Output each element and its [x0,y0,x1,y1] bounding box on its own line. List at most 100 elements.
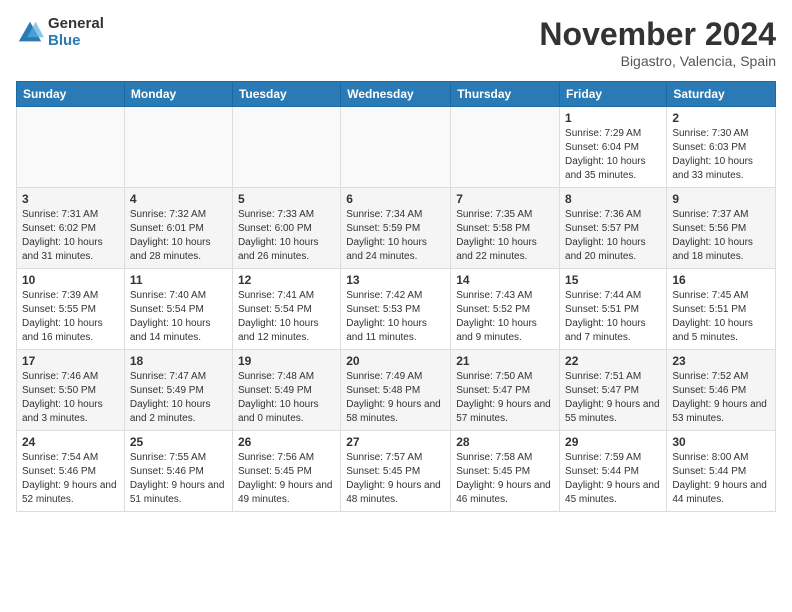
day-info: Sunrise: 7:39 AMSunset: 5:55 PMDaylight:… [22,289,119,345]
header: General Blue November 2024 Bigastro, Val… [16,16,776,69]
calendar-cell: 24 Sunrise: 7:54 AMSunset: 5:46 PMDayligh… [17,431,125,512]
day-number: 1 [565,111,661,125]
day-number: 6 [346,192,445,206]
day-info: Sunrise: 7:36 AMSunset: 5:57 PMDaylight:… [565,208,661,264]
calendar-cell: 9Sunrise: 7:37 AMSunset: 5:56 PMDaylight… [667,188,776,269]
day-info: Sunrise: 7:59 AMSunset: 5:44 PMDaylight:… [565,451,661,507]
weekday-header-tuesday: Tuesday [232,82,340,107]
day-number: 17 [22,354,119,368]
day-info: Sunrise: 7:29 AMSunset: 6:04 PMDaylight:… [565,127,661,183]
calendar-cell: 2Sunrise: 7:30 AMSunset: 6:03 PMDaylight… [667,107,776,188]
day-info: Sunrise: 7:33 AMSunset: 6:00 PMDaylight:… [238,208,335,264]
day-info: Sunrise: 7:51 AMSunset: 5:47 PMDaylight:… [565,370,661,426]
day-number: 24 [22,435,119,449]
logo-icon [16,19,44,47]
week-row-3: 10 Sunrise: 7:39 AMSunset: 5:55 PMDayligh… [17,269,776,350]
calendar-cell: 3 Sunrise: 7:31 AMSunset: 6:02 PMDaylight… [17,188,125,269]
day-number: 12 [238,273,335,287]
day-number: 29 [565,435,661,449]
day-info: Sunrise: 8:00 AMSunset: 5:44 PMDaylight:… [672,451,770,507]
week-row-4: 17 Sunrise: 7:46 AMSunset: 5:50 PMDayligh… [17,350,776,431]
day-number: 8 [565,192,661,206]
calendar-cell: 5 Sunrise: 7:33 AMSunset: 6:00 PMDaylight… [232,188,340,269]
day-number: 3 [22,192,119,206]
weekday-header-wednesday: Wednesday [341,82,451,107]
day-info: Sunrise: 7:52 AMSunset: 5:46 PMDaylight:… [672,370,770,426]
day-number: 23 [672,354,770,368]
calendar-cell: 27Sunrise: 7:57 AMSunset: 5:45 PMDayligh… [341,431,451,512]
day-number: 21 [456,354,554,368]
logo-text: General Blue [48,16,104,49]
calendar-cell: 11 Sunrise: 7:40 AMSunset: 5:54 PMDayligh… [124,269,232,350]
calendar-cell [17,107,125,188]
day-number: 7 [456,192,554,206]
day-number: 20 [346,354,445,368]
weekday-header-sunday: Sunday [17,82,125,107]
day-number: 14 [456,273,554,287]
calendar-cell: 6 Sunrise: 7:34 AMSunset: 5:59 PMDaylight… [341,188,451,269]
day-number: 9 [672,192,770,206]
day-info: Sunrise: 7:35 AMSunset: 5:58 PMDaylight:… [456,208,554,264]
calendar-cell [232,107,340,188]
day-info: Sunrise: 7:49 AMSunset: 5:48 PMDaylight:… [346,370,445,426]
day-info: Sunrise: 7:46 AMSunset: 5:50 PMDaylight:… [22,370,119,426]
day-number: 4 [130,192,227,206]
calendar-cell: 30 Sunrise: 8:00 AMSunset: 5:44 PMDayligh… [667,431,776,512]
day-number: 16 [672,273,770,287]
logo-general-text: General [48,16,104,33]
day-info: Sunrise: 7:40 AMSunset: 5:54 PMDaylight:… [130,289,227,345]
logo: General Blue [16,16,104,49]
calendar-cell: 18 Sunrise: 7:47 AMSunset: 5:49 PMDayligh… [124,350,232,431]
day-number: 5 [238,192,335,206]
day-number: 10 [22,273,119,287]
day-number: 22 [565,354,661,368]
weekday-header-thursday: Thursday [451,82,560,107]
day-number: 18 [130,354,227,368]
calendar-cell: 8 Sunrise: 7:36 AMSunset: 5:57 PMDaylight… [560,188,667,269]
day-number: 25 [130,435,227,449]
calendar-cell: 7 Sunrise: 7:35 AMSunset: 5:58 PMDaylight… [451,188,560,269]
day-info: Sunrise: 7:44 AMSunset: 5:51 PMDaylight:… [565,289,661,345]
day-number: 28 [456,435,554,449]
day-info: Sunrise: 7:42 AMSunset: 5:53 PMDaylight:… [346,289,445,345]
day-info: Sunrise: 7:31 AMSunset: 6:02 PMDaylight:… [22,208,119,264]
week-row-2: 3 Sunrise: 7:31 AMSunset: 6:02 PMDaylight… [17,188,776,269]
week-row-1: 1 Sunrise: 7:29 AMSunset: 6:04 PMDaylight… [17,107,776,188]
weekday-header-monday: Monday [124,82,232,107]
month-title: November 2024 [539,16,776,53]
day-number: 30 [672,435,770,449]
day-number: 19 [238,354,335,368]
calendar-cell [341,107,451,188]
day-number: 27 [346,435,445,449]
day-info: Sunrise: 7:55 AMSunset: 5:46 PMDaylight:… [130,451,227,507]
calendar-cell: 29 Sunrise: 7:59 AMSunset: 5:44 PMDayligh… [560,431,667,512]
calendar-cell: 15 Sunrise: 7:44 AMSunset: 5:51 PMDayligh… [560,269,667,350]
day-number: 15 [565,273,661,287]
calendar-cell: 10 Sunrise: 7:39 AMSunset: 5:55 PMDayligh… [17,269,125,350]
calendar-cell: 12 Sunrise: 7:41 AMSunset: 5:54 PMDayligh… [232,269,340,350]
weekday-header-friday: Friday [560,82,667,107]
day-info: Sunrise: 7:56 AMSunset: 5:45 PMDaylight:… [238,451,335,507]
calendar-body: 1 Sunrise: 7:29 AMSunset: 6:04 PMDaylight… [17,107,776,512]
calendar-cell: 13Sunrise: 7:42 AMSunset: 5:53 PMDayligh… [341,269,451,350]
location: Bigastro, Valencia, Spain [539,53,776,69]
day-info: Sunrise: 7:54 AMSunset: 5:46 PMDaylight:… [22,451,119,507]
title-block: November 2024 Bigastro, Valencia, Spain [539,16,776,69]
day-info: Sunrise: 7:32 AMSunset: 6:01 PMDaylight:… [130,208,227,264]
calendar-cell: 26 Sunrise: 7:56 AMSunset: 5:45 PMDayligh… [232,431,340,512]
day-info: Sunrise: 7:41 AMSunset: 5:54 PMDaylight:… [238,289,335,345]
calendar-cell [124,107,232,188]
day-info: Sunrise: 7:47 AMSunset: 5:49 PMDaylight:… [130,370,227,426]
week-row-5: 24 Sunrise: 7:54 AMSunset: 5:46 PMDayligh… [17,431,776,512]
day-number: 11 [130,273,227,287]
day-info: Sunrise: 7:30 AMSunset: 6:03 PMDaylight:… [672,127,770,183]
calendar-cell [451,107,560,188]
page: General Blue November 2024 Bigastro, Val… [0,0,792,528]
calendar-cell: 16Sunrise: 7:45 AMSunset: 5:51 PMDayligh… [667,269,776,350]
calendar-cell: 19Sunrise: 7:48 AMSunset: 5:49 PMDayligh… [232,350,340,431]
day-info: Sunrise: 7:34 AMSunset: 5:59 PMDaylight:… [346,208,445,264]
day-number: 26 [238,435,335,449]
logo-blue-text: Blue [48,33,104,50]
day-info: Sunrise: 7:50 AMSunset: 5:47 PMDaylight:… [456,370,554,426]
calendar-cell: 21 Sunrise: 7:50 AMSunset: 5:47 PMDayligh… [451,350,560,431]
